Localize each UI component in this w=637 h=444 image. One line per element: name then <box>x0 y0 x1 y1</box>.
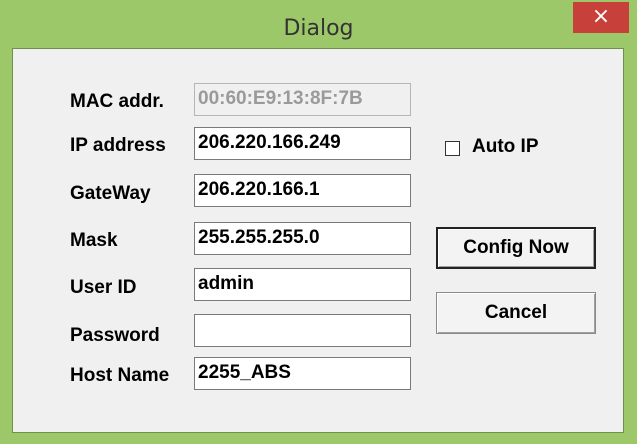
host-name-label: Host Name <box>70 365 170 386</box>
window-title: Dialog <box>283 16 354 41</box>
ip-address-label: IP address <box>70 135 166 156</box>
dialog-client-area: MAC addr. 00:60:E9:13:8F:7B IP address 2… <box>12 48 624 433</box>
auto-ip-label[interactable]: Auto IP <box>472 136 539 158</box>
password-field[interactable] <box>194 314 411 347</box>
config-now-button[interactable]: Config Now <box>436 227 596 269</box>
mac-addr-label: MAC addr. <box>70 91 164 112</box>
mac-addr-field: 00:60:E9:13:8F:7B <box>194 83 411 116</box>
title-bar[interactable]: Dialog × <box>0 0 637 50</box>
ip-address-field[interactable]: 206.220.166.249 <box>194 127 411 160</box>
gateway-field[interactable]: 206.220.166.1 <box>194 174 411 207</box>
gateway-label: GateWay <box>70 183 151 204</box>
password-label: Password <box>70 325 160 346</box>
close-button[interactable]: × <box>573 2 629 33</box>
mask-label: Mask <box>70 230 118 251</box>
close-icon: × <box>591 4 611 29</box>
host-name-field[interactable]: 2255_ABS <box>194 357 411 390</box>
cancel-button[interactable]: Cancel <box>436 292 596 334</box>
dialog-window: Dialog × MAC addr. 00:60:E9:13:8F:7B IP … <box>0 0 637 444</box>
user-id-label: User ID <box>70 277 137 298</box>
user-id-field[interactable]: admin <box>194 268 411 301</box>
auto-ip-checkbox[interactable] <box>445 141 460 156</box>
mask-field[interactable]: 255.255.255.0 <box>194 222 411 255</box>
